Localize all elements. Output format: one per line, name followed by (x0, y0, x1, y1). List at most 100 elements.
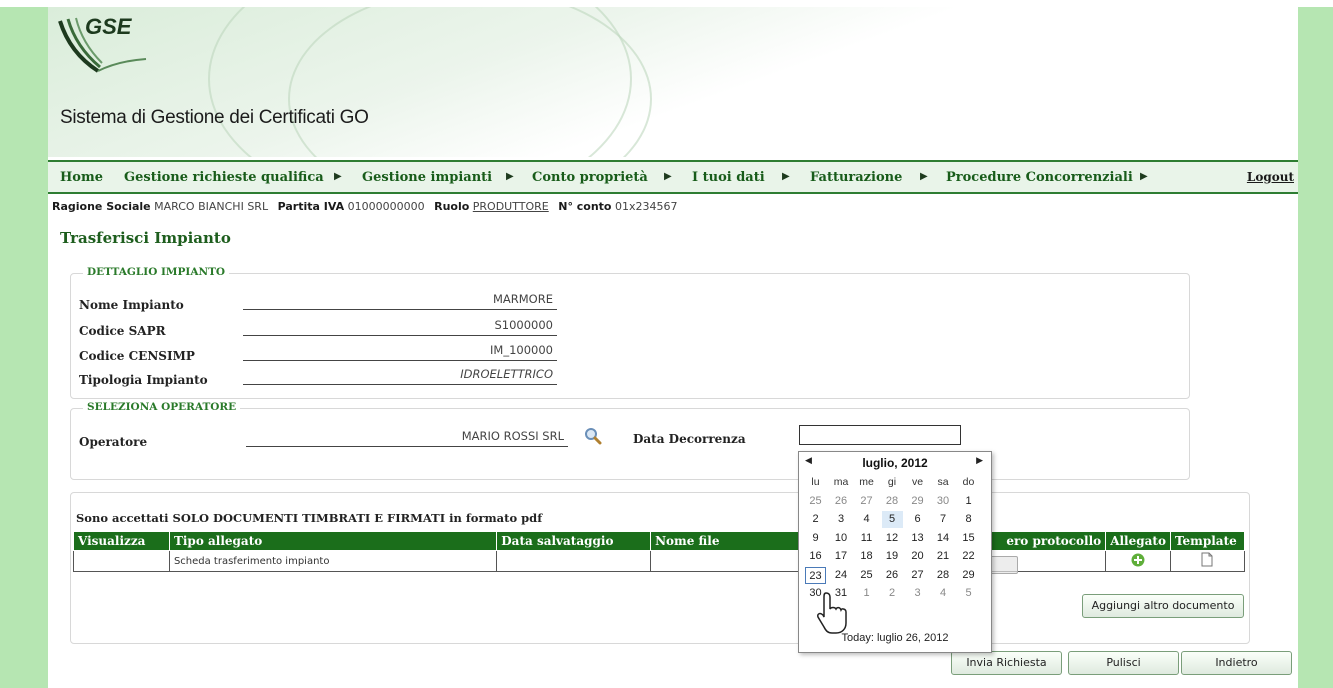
ragione-label: Ragione Sociale (52, 200, 151, 213)
nav-conto-proprieta[interactable]: Conto proprietà (532, 170, 648, 185)
calendar-weekday: lu (811, 476, 820, 488)
calendar-day[interactable]: 3 (907, 585, 928, 602)
calendar-day[interactable]: 19 (882, 548, 903, 565)
mouse-pointer-icon (817, 592, 847, 634)
calendar-day[interactable]: 29 (907, 493, 928, 510)
calendar-day[interactable]: 14 (933, 530, 954, 547)
submenu-arrow-icon: ▶ (334, 171, 342, 182)
calendar-day[interactable]: 3 (831, 511, 852, 528)
nav-gestione-richieste[interactable]: Gestione richieste qualifica (124, 170, 324, 185)
calendar-day[interactable]: 30 (933, 493, 954, 510)
col-data-salvataggio: Data salvataggio (496, 531, 652, 551)
calendar-day[interactable]: 10 (831, 530, 852, 547)
nav-fatturazione[interactable]: Fatturazione (810, 170, 902, 185)
calendar-week-row: 25 26 27 28 29 30 1 (805, 493, 985, 511)
calendar-day[interactable]: 8 (958, 511, 979, 528)
cell-tipo-allegato: Scheda trasferimento impianto (168, 550, 498, 572)
calendar-day[interactable]: 20 (907, 548, 928, 565)
calendar-day[interactable]: 26 (882, 567, 903, 584)
calendar-day[interactable]: 16 (805, 548, 826, 565)
nav-procedure-concorrenziali[interactable]: Procedure Concorrenziali (946, 170, 1133, 185)
calendar-day[interactable]: 5 (881, 511, 903, 528)
data-decorrenza-label: Data Decorrenza (633, 432, 746, 446)
piva-label: Partita IVA (277, 200, 345, 213)
conto-value: 01x234567 (615, 200, 678, 213)
col-visualizza: Visualizza (73, 531, 170, 551)
data-decorrenza-input[interactable] (799, 425, 961, 445)
calendar-day[interactable]: 21 (933, 548, 954, 565)
calendar-day[interactable]: 23 (805, 566, 826, 584)
logout-link[interactable]: Logout (1247, 170, 1294, 184)
page-title: Trasferisci Impianto (60, 229, 231, 247)
calendar-weekday: ma (833, 476, 849, 488)
submenu-arrow-icon: ▶ (1140, 171, 1148, 182)
calendar-day[interactable]: 7 (933, 511, 954, 528)
col-allegato: Allegato (1105, 531, 1171, 551)
back-button[interactable]: Indietro (1181, 651, 1292, 675)
calendar-day[interactable]: 28 (882, 493, 903, 510)
calendar-day[interactable]: 17 (831, 548, 852, 565)
calendar-day[interactable]: 24 (831, 567, 852, 584)
calendar-month-label: luglio, 2012 (862, 456, 928, 470)
operatore-legend: SELEZIONA OPERATORE (83, 401, 241, 413)
calendar-day[interactable]: 29 (958, 567, 979, 584)
table-header-row: Visualizza Tipo allegato Data salvataggi… (73, 531, 1246, 551)
top-strip (0, 0, 1333, 7)
clear-button[interactable]: Pulisci (1068, 651, 1179, 675)
nav-home[interactable]: Home (60, 170, 103, 185)
operatore-value: MARIO ROSSI SRL (246, 429, 568, 447)
calendar-day[interactable]: 22 (958, 548, 979, 565)
calendar-day[interactable]: 15 (958, 530, 979, 547)
attachments-table: Visualizza Tipo allegato Data salvataggi… (73, 531, 1246, 572)
calendar-day[interactable]: 6 (907, 511, 928, 528)
calendar-day[interactable]: 5 (958, 585, 979, 602)
add-icon[interactable] (1131, 553, 1145, 567)
col-template: Template (1169, 531, 1246, 551)
calendar-day[interactable]: 26 (831, 493, 852, 510)
calendar-day[interactable]: 9 (805, 530, 826, 547)
calendar-week-row: 9 10 11 12 13 14 15 (805, 530, 985, 548)
calendar-weekday: me (859, 476, 874, 488)
cell-visualizza (73, 550, 170, 572)
calendar-weekday: gi (887, 476, 897, 488)
calendar-day[interactable]: 13 (907, 530, 928, 547)
col-tipo-allegato: Tipo allegato (168, 531, 498, 551)
submit-request-button[interactable]: Invia Richiesta (951, 651, 1062, 675)
codice-censimp-value: IM_100000 (243, 343, 557, 361)
tipologia-impianto-label: Tipologia Impianto (79, 373, 208, 387)
nav-tuoi-dati[interactable]: I tuoi dati (692, 170, 765, 185)
calendar-day[interactable]: 27 (907, 567, 928, 584)
add-document-button[interactable]: Aggiungi altro documento (1082, 594, 1244, 618)
page: GSE Sistema di Gestione dei Certificati … (48, 7, 1298, 688)
calendar-weekday-row: lu ma me gi ve sa do (805, 474, 985, 492)
conto-label: N° conto (558, 200, 612, 213)
calendar-day[interactable]: 12 (882, 530, 903, 547)
ruolo-link[interactable]: PRODUTTORE (473, 200, 549, 213)
calendar-day[interactable]: 1 (856, 585, 877, 602)
calendar-day[interactable]: 1 (958, 493, 979, 510)
cell-template (1169, 550, 1246, 572)
dettaglio-impianto-box: DETTAGLIO IMPIANTO Nome Impianto MARMORE… (70, 266, 1190, 399)
calendar-day[interactable]: 2 (882, 585, 903, 602)
calendar-day[interactable]: 28 (933, 567, 954, 584)
calendar-week-row: 2345678 (805, 511, 985, 529)
calendar-week-row: 16 17 18 19 20 21 22 (805, 548, 985, 566)
calendar-day[interactable]: 25 (856, 567, 877, 584)
calendar-day[interactable]: 11 (856, 530, 877, 547)
calendar-day[interactable]: 25 (805, 493, 826, 510)
calendar-week-row: 23 24 25 26 27 28 29 (805, 566, 985, 585)
calendar-weekday: ve (911, 476, 924, 488)
calendar-day[interactable]: 4 (856, 511, 877, 528)
calendar-day[interactable]: 2 (805, 511, 826, 528)
app-title: Sistema di Gestione dei Certificati GO (60, 107, 369, 128)
next-month-icon[interactable]: ▶ (976, 455, 983, 466)
calendar-day[interactable]: 27 (856, 493, 877, 510)
main-navbar: Home Gestione richieste qualifica ▶ Gest… (48, 160, 1298, 194)
document-icon[interactable] (1201, 552, 1213, 567)
ragione-value: MARCO BIANCHI SRL (154, 200, 269, 213)
calendar-weekday: sa (937, 476, 949, 488)
search-icon[interactable] (584, 427, 602, 445)
calendar-day[interactable]: 4 (933, 585, 954, 602)
calendar-day[interactable]: 18 (856, 548, 877, 565)
nav-gestione-impianti[interactable]: Gestione impianti (362, 170, 492, 185)
